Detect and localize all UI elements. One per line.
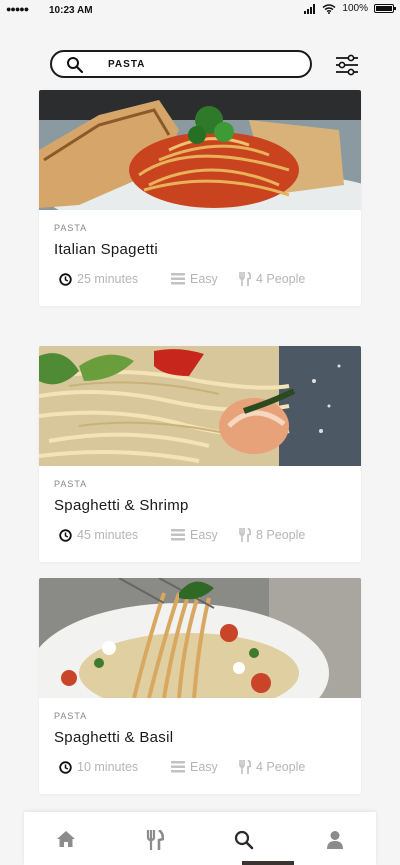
search-icon	[67, 57, 84, 74]
status-bar: ●●●●● 10:23 AM 100%	[0, 0, 400, 22]
recipe-time-label: 45 minutes	[77, 528, 139, 542]
utensils-icon	[239, 760, 251, 774]
recipe-difficulty: Easy	[171, 760, 218, 774]
sliders-icon	[336, 54, 358, 76]
recipe-card[interactable]: PASTA Italian Spagetti 25 minutes Easy 4…	[39, 90, 361, 306]
recipe-servings: 8 People	[239, 528, 305, 542]
clock-icon	[59, 760, 72, 774]
filter-button[interactable]	[334, 53, 360, 77]
search-icon	[234, 830, 254, 850]
home-icon	[57, 831, 75, 847]
wifi-icon	[322, 3, 336, 14]
recipe-time: 10 minutes	[59, 760, 138, 774]
search-input[interactable]	[108, 56, 298, 72]
recipe-photo	[39, 346, 361, 466]
clock-icon	[59, 272, 72, 286]
recipe-photo	[39, 90, 361, 210]
nav-active-indicator	[242, 861, 294, 865]
recipe-difficulty-label: Easy	[190, 272, 218, 286]
utensils-icon	[146, 828, 165, 850]
recipe-category: PASTA	[54, 479, 88, 489]
difficulty-icon	[171, 529, 185, 541]
battery-percent: 100%	[342, 3, 368, 14]
search-bar[interactable]	[50, 50, 312, 78]
recipe-difficulty: Easy	[171, 528, 218, 542]
recipe-card[interactable]: PASTA Spaghetti & Shrimp 45 minutes Easy…	[39, 346, 361, 562]
recipe-servings-label: 4 People	[256, 760, 306, 774]
clock-icon	[59, 528, 72, 542]
user-icon	[327, 831, 343, 849]
utensils-icon	[239, 528, 251, 542]
recipe-title: Spaghetti & Basil	[54, 729, 174, 746]
status-time: 10:23 AM	[49, 5, 93, 16]
recipe-title: Spaghetti & Shrimp	[54, 497, 189, 514]
battery-icon	[374, 4, 396, 13]
recipe-title: Italian Spagetti	[54, 241, 159, 258]
nav-search[interactable]	[234, 830, 256, 852]
recipe-servings: 4 People	[239, 272, 305, 286]
recipe-photo	[39, 578, 361, 698]
recipe-time-label: 25 minutes	[77, 272, 139, 286]
nav-home[interactable]	[56, 830, 78, 852]
nav-profile[interactable]	[326, 830, 348, 852]
nav-recipes[interactable]	[146, 828, 168, 852]
recipe-servings: 4 People	[239, 760, 305, 774]
recipe-time: 45 minutes	[59, 528, 138, 542]
cellular-signal-icon	[304, 3, 316, 14]
recipe-servings-label: 8 People	[256, 528, 306, 542]
recipe-card[interactable]: PASTA Spaghetti & Basil 10 minutes Easy …	[39, 578, 361, 794]
recipe-time-label: 10 minutes	[77, 760, 139, 774]
recipe-time: 25 minutes	[59, 272, 138, 286]
recipe-category: PASTA	[54, 223, 88, 233]
difficulty-icon	[171, 761, 185, 773]
recipe-category: PASTA	[54, 711, 88, 721]
recipe-difficulty-label: Easy	[190, 528, 218, 542]
signal-dots: ●●●●●	[6, 4, 29, 14]
recipe-difficulty: Easy	[171, 272, 218, 286]
recipe-difficulty-label: Easy	[190, 760, 218, 774]
bottom-nav	[24, 812, 376, 865]
recipe-servings-label: 4 People	[256, 272, 306, 286]
utensils-icon	[239, 272, 251, 286]
difficulty-icon	[171, 273, 185, 285]
